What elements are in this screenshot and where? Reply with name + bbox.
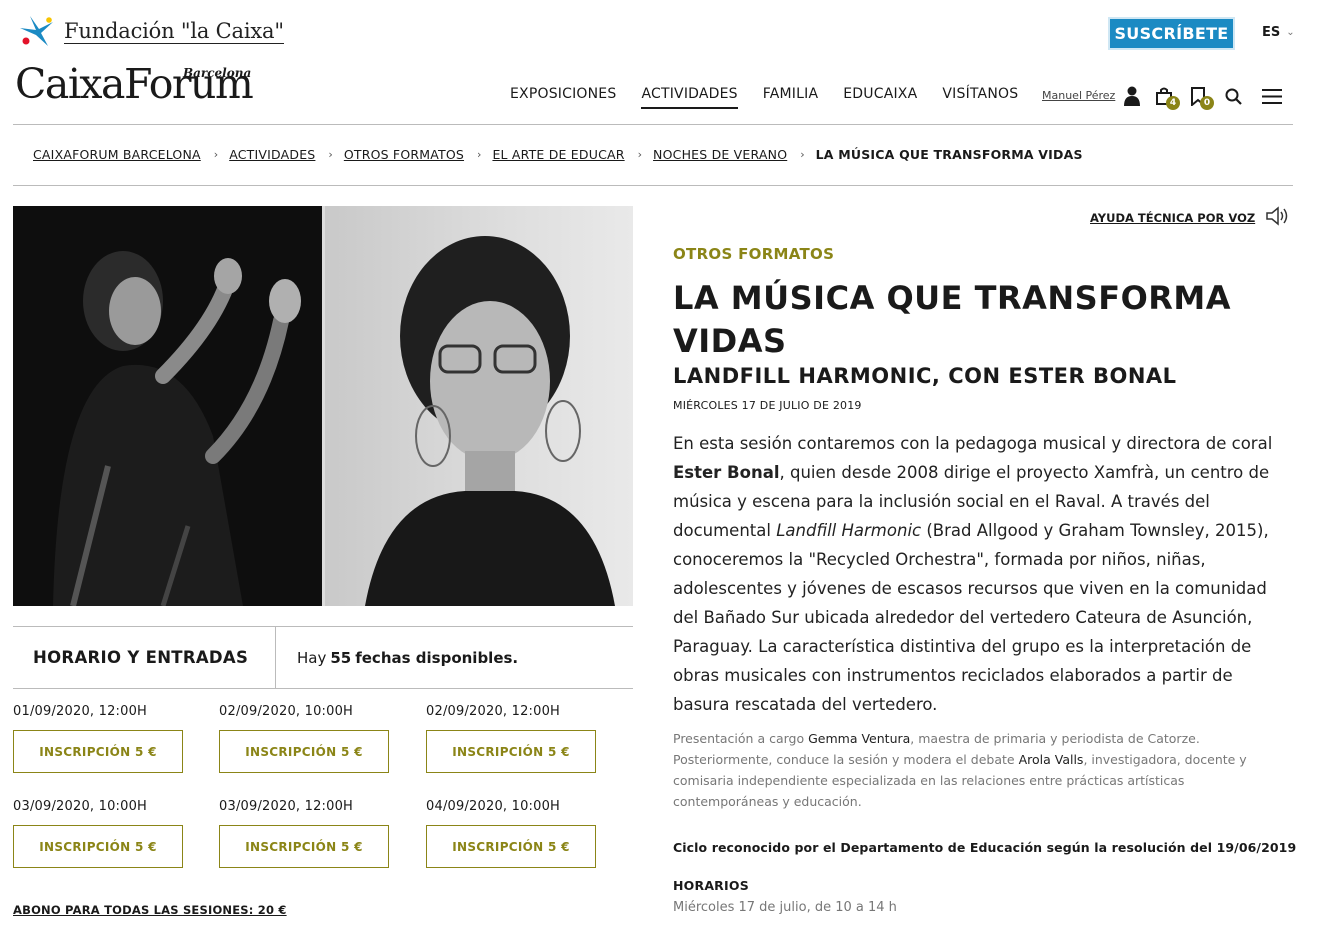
brand-city: Barcelona [183,66,252,80]
fundacion-logo[interactable]: Fundación "la Caixa" [16,14,284,48]
caixa-star-icon [20,16,53,46]
nav-actividades[interactable]: ACTIVIDADES [641,86,738,109]
certification-note: Ciclo reconocido por el Departamento de … [673,840,1297,855]
breadcrumb: CAIXAFORUM BARCELONA › ACTIVIDADES › OTR… [33,147,1083,162]
season-pass-link[interactable]: ABONO PARA TODAS LAS SESIONES: 20 € [13,903,287,917]
register-button[interactable]: INSCRIPCIÓN 5 € [426,825,596,868]
fundacion-name: Fundación "la Caixa" [64,18,284,44]
event-date: MIÉRCOLES 17 DE JULIO DE 2019 [673,399,862,412]
chevron-right-icon: › [637,148,643,161]
nav-visitanos[interactable]: VISÍTANOS [942,86,1018,109]
breadcrumb-el-arte-de-educar[interactable]: EL ARTE DE EDUCAR [492,147,624,162]
page-title: LA MÚSICA QUE TRANSFORMA VIDAS [673,279,1232,360]
available-dates: Hay 55 fechas disponibles. [276,627,518,688]
session-date: 03/09/2020, 12:00H [219,799,354,814]
cart-icon[interactable]: 4 [1152,84,1180,110]
page-subtitle: LANDFILL HARMONIC, CON ESTER BONAL [673,364,1177,388]
session-item: 03/09/2020, 10:00H INSCRIPCIÓN 5 € [13,799,183,868]
menu-icon[interactable] [1260,84,1284,108]
saved-count-badge: 0 [1200,96,1214,110]
user-name-link[interactable]: Manuel Pérez [1042,89,1115,102]
desc-highlight-name: Ester Bonal [673,463,780,482]
session-date: 04/09/2020, 10:00H [426,799,561,814]
saved-icon[interactable]: 0 [1186,84,1214,110]
breadcrumb-divider [13,185,1293,186]
chevron-right-icon: › [477,148,482,161]
header-divider [13,124,1293,125]
event-photo [13,206,633,606]
speaker-icon [1265,205,1289,230]
desc-film-title: Landfill Harmonic [776,521,922,540]
session-date: 03/09/2020, 10:00H [13,799,148,814]
breadcrumb-otros-formatos[interactable]: OTROS FORMATOS [344,147,464,162]
pres-text: Presentación a cargo [673,731,805,746]
chevron-right-icon: › [800,148,805,161]
schedule-header: HORARIO Y ENTRADAS Hay 55 fechas disponi… [13,626,633,689]
caixaforum-logo[interactable]: CaixaForum Barcelona [15,62,254,106]
desc-text: En esta sesión contaremos con la pedagog… [673,434,1273,453]
main-nav: EXPOSICIONES ACTIVIDADES FAMILIA EDUCAIX… [510,86,1043,109]
nav-exposiciones[interactable]: EXPOSICIONES [510,86,616,109]
register-button[interactable]: INSCRIPCIÓN 5 € [13,825,183,868]
event-category: OTROS FORMATOS [673,245,835,263]
register-button[interactable]: INSCRIPCIÓN 5 € [219,730,389,773]
event-description: En esta sesión contaremos con la pedagog… [673,429,1293,719]
breadcrumb-actividades[interactable]: ACTIVIDADES [229,147,315,162]
session-item: 02/09/2020, 12:00H INSCRIPCIÓN 5 € [426,704,596,773]
breadcrumb-noches-de-verano[interactable]: NOCHES DE VERANO [653,147,787,162]
nav-familia[interactable]: FAMILIA [763,86,818,109]
conductor-photo [13,206,322,606]
dates-count: 55 [330,648,352,667]
session-date: 02/09/2020, 10:00H [219,704,354,719]
session-item: 01/09/2020, 12:00H INSCRIPCIÓN 5 € [13,704,183,773]
search-icon[interactable] [1221,84,1245,108]
chevron-down-icon: ⌄ [1286,27,1295,38]
desc-text: (Brad Allgood y Graham Townsley, 2015), … [673,521,1269,714]
cart-count-badge: 4 [1166,96,1180,110]
portrait-photo [325,206,633,606]
hours-value: Miércoles 17 de julio, de 10 a 14 h [673,900,897,915]
presenter-name: Gemma Ventura [808,731,911,746]
dates-suffix: fechas disponibles. [355,648,519,667]
presenters-note: Presentación a cargo Gemma Ventura, maes… [673,728,1273,812]
chevron-right-icon: › [328,148,333,161]
register-button[interactable]: INSCRIPCIÓN 5 € [13,730,183,773]
subscribe-button[interactable]: SUSCRÍBETE [1108,17,1235,50]
moderator-name: Arola Valls [1018,752,1084,767]
chevron-right-icon: › [213,148,219,161]
breadcrumb-current: LA MÚSICA QUE TRANSFORMA VIDAS [815,147,1083,162]
session-item: 03/09/2020, 12:00H INSCRIPCIÓN 5 € [219,799,389,868]
breadcrumb-caixaforum[interactable]: CAIXAFORUM BARCELONA [33,147,201,162]
dates-prefix: Hay [297,648,327,667]
session-date: 02/09/2020, 12:00H [426,704,561,719]
voice-help-label: AYUDA TÉCNICA POR VOZ [1090,210,1256,225]
user-icon[interactable] [1120,84,1144,108]
schedule-title: HORARIO Y ENTRADAS [13,627,276,688]
session-date: 01/09/2020, 12:00H [13,704,148,719]
session-item: 02/09/2020, 10:00H INSCRIPCIÓN 5 € [219,704,389,773]
voice-help-link[interactable]: AYUDA TÉCNICA POR VOZ [1090,205,1289,230]
nav-educaixa[interactable]: EDUCAIXA [843,86,917,109]
hours-heading: HORARIOS [673,878,749,893]
register-button[interactable]: INSCRIPCIÓN 5 € [426,730,596,773]
language-selector[interactable]: ES ⌄ [1262,25,1295,40]
session-item: 04/09/2020, 10:00H INSCRIPCIÓN 5 € [426,799,596,868]
language-label: ES [1262,25,1281,40]
register-button[interactable]: INSCRIPCIÓN 5 € [219,825,389,868]
